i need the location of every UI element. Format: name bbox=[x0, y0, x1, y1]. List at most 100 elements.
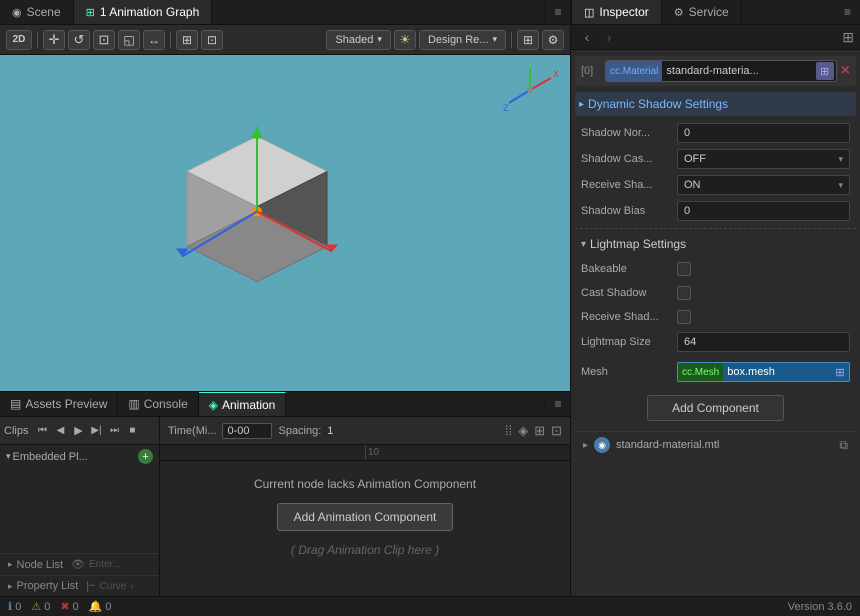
node-list-item[interactable]: ▸ Node List 👁 Enter... bbox=[0, 553, 159, 575]
receive-sha2-label: Receive Shad... bbox=[581, 311, 671, 323]
shadow-nor-value[interactable]: 0 bbox=[677, 123, 850, 143]
info-status[interactable]: ℹ 0 bbox=[8, 600, 21, 613]
time-range-input[interactable] bbox=[222, 423, 272, 439]
play-btn[interactable]: ▶ bbox=[70, 423, 86, 439]
add-component-btn[interactable]: Add Component bbox=[647, 395, 784, 421]
inspector-scroll[interactable]: [0] cc.Material standard-materia... ⊞ × … bbox=[571, 50, 860, 596]
tab-service[interactable]: ⚙ Service bbox=[662, 0, 742, 24]
error-status[interactable]: ✖ 0 bbox=[60, 600, 78, 613]
notif-count: 0 bbox=[105, 601, 111, 613]
stop-btn[interactable]: ■ bbox=[124, 423, 140, 439]
mesh-value: box.mesh bbox=[723, 366, 831, 378]
cast-shadow-checkbox[interactable] bbox=[677, 286, 691, 300]
eye-icon: 👁 bbox=[71, 558, 85, 571]
mesh-row: Mesh cc.Mesh box.mesh ⊞ bbox=[575, 359, 856, 385]
dynamic-shadow-label: Dynamic Shadow Settings bbox=[588, 97, 728, 111]
spacing-label: Spacing: bbox=[278, 425, 321, 437]
transform-btn-3[interactable]: ⊡ bbox=[93, 30, 115, 50]
add-clip-btn[interactable]: + bbox=[138, 449, 153, 464]
material-field: cc.Material standard-materia... ⊞ bbox=[605, 60, 837, 82]
bottom-panel: ▤ Assets Preview ▥ Console ◈ Animation ≡ bbox=[0, 391, 570, 596]
bottom-panel-menu-btn[interactable]: ≡ bbox=[545, 397, 570, 411]
inspector-pin-btn[interactable]: ⊞ bbox=[842, 29, 854, 46]
error-count: 0 bbox=[73, 601, 79, 613]
inspector-back-btn[interactable]: ‹ bbox=[577, 27, 597, 47]
inspector-icon: ◫ bbox=[584, 6, 594, 19]
animation-icon: ◈ bbox=[209, 398, 218, 412]
divider-1 bbox=[575, 228, 856, 229]
dynamic-shadow-header[interactable]: ▸ Dynamic Shadow Settings bbox=[575, 92, 856, 116]
receive-sha2-checkbox[interactable] bbox=[677, 310, 691, 324]
transform-btn-1[interactable]: ✛ bbox=[43, 30, 65, 50]
status-bar: ℹ 0 ⚠ 0 ✖ 0 🔔 0 Version 3.6.0 bbox=[0, 596, 860, 616]
warn-status[interactable]: ⚠ 0 bbox=[31, 600, 50, 613]
tab-inspector[interactable]: ◫ Inspector bbox=[572, 0, 662, 24]
error-icon: ✖ bbox=[60, 600, 69, 613]
add-animation-component-btn[interactable]: Add Animation Component bbox=[277, 503, 454, 531]
transform-btn-4[interactable]: ◱ bbox=[118, 30, 140, 50]
timeline-paste-btn[interactable]: ⊡ bbox=[551, 423, 562, 439]
dynamic-shadow-arrow-icon: ▸ bbox=[579, 99, 584, 110]
animation-main: Time(Mi... Spacing: 1 ⁞⁞ ◈ ⊞ ⊡ 10 bbox=[160, 417, 570, 596]
design-dropdown[interactable]: Design Re... ▾ bbox=[419, 30, 506, 50]
tab-scene[interactable]: ◉ Scene bbox=[0, 0, 74, 24]
tab-menu-btn[interactable]: ≡ bbox=[545, 0, 570, 24]
transform-btn-7[interactable]: ⊡ bbox=[201, 30, 223, 50]
prop-list-item[interactable]: ▸ Property List |~ Curve › bbox=[0, 575, 159, 596]
bakeable-row: Bakeable bbox=[575, 257, 856, 281]
no-anim-message: Current node lacks Animation Component bbox=[254, 477, 476, 491]
prop-list-chevron: › bbox=[130, 581, 133, 592]
camera-lock-btn[interactable]: ⊞ bbox=[517, 30, 539, 50]
tab-animation-graph[interactable]: ⊞ 1 Animation Graph bbox=[74, 0, 213, 24]
play-start-btn[interactable]: ⏮ bbox=[34, 423, 50, 439]
toolbar-separator-2 bbox=[170, 32, 171, 48]
lightmap-size-value[interactable]: 64 bbox=[677, 332, 850, 352]
timeline-toolbar: Time(Mi... Spacing: 1 ⁞⁞ ◈ ⊞ ⊡ bbox=[160, 417, 570, 445]
tab-animation[interactable]: ◈ Animation bbox=[199, 392, 287, 416]
material-file-row[interactable]: ▸ ◉ standard-material.mtl ⧉ bbox=[575, 431, 856, 458]
embedded-arrow-icon: ▾ bbox=[6, 451, 11, 462]
shadow-bias-row: Shadow Bias 0 bbox=[575, 198, 856, 224]
svg-text:Z: Z bbox=[503, 103, 509, 113]
shaded-dropdown[interactable]: Shaded ▾ bbox=[326, 30, 390, 50]
inspector-forward-btn[interactable]: › bbox=[599, 27, 619, 47]
bakeable-checkbox[interactable] bbox=[677, 262, 691, 276]
play-next-btn[interactable]: ▶| bbox=[88, 423, 104, 439]
mode-2d-3d-btn[interactable]: 2D bbox=[6, 30, 32, 50]
transform-btn-6[interactable]: ⊞ bbox=[176, 30, 198, 50]
timeline-copy-btn[interactable]: ⊞ bbox=[534, 423, 545, 439]
camera-settings-btn[interactable]: ⚙ bbox=[542, 30, 564, 50]
animation-sidebar: Clips ⏮ ◀ ▶ ▶| ⏭ ■ ▾ Embedded Pl... + bbox=[0, 417, 160, 596]
play-end-btn[interactable]: ⏭ bbox=[106, 423, 122, 439]
receive-sha2-row: Receive Shad... bbox=[575, 305, 856, 329]
timeline-dots-btn[interactable]: ⁞⁞ bbox=[505, 423, 512, 438]
shaded-arrow-icon: ▾ bbox=[377, 34, 382, 45]
inspector-nav: ‹ › ⊞ bbox=[571, 25, 860, 50]
tab-service-label: Service bbox=[689, 5, 729, 19]
tab-assets-preview[interactable]: ▤ Assets Preview bbox=[0, 392, 118, 416]
transform-btn-2[interactable]: ↺ bbox=[68, 30, 90, 50]
material-delete-btn[interactable]: × bbox=[841, 63, 850, 79]
viewport[interactable]: X Y Z bbox=[0, 55, 570, 391]
embedded-clips-item[interactable]: ▾ Embedded Pl... + bbox=[0, 445, 159, 468]
material-file-copy-btn[interactable]: ⧉ bbox=[839, 438, 848, 453]
light-btn[interactable]: ☀ bbox=[394, 30, 416, 50]
viewport-toolbar: 2D ✛ ↺ ⊡ ◱ ↔ ⊞ ⊡ Shaded ▾ ☀ Design Re...… bbox=[0, 25, 570, 55]
lightmap-header[interactable]: ▾ Lightmap Settings bbox=[575, 233, 856, 255]
right-tab-menu-btn[interactable]: ≡ bbox=[835, 0, 860, 24]
transform-btn-5[interactable]: ↔ bbox=[143, 30, 165, 50]
shadow-bias-value[interactable]: 0 bbox=[677, 201, 850, 221]
clips-toolbar: Clips ⏮ ◀ ▶ ▶| ⏭ ■ bbox=[0, 417, 159, 445]
notif-status[interactable]: 🔔 0 bbox=[89, 600, 112, 613]
play-prev-btn[interactable]: ◀ bbox=[52, 423, 68, 439]
lightmap-section: ▾ Lightmap Settings Bakeable Cast Shadow… bbox=[575, 233, 856, 355]
receive-sha1-dropdown[interactable]: ON ▾ bbox=[677, 175, 850, 195]
prop-list-label: Property List bbox=[17, 580, 79, 592]
material-link-btn[interactable]: ⊞ bbox=[816, 62, 834, 80]
mesh-link-btn[interactable]: ⊞ bbox=[831, 363, 849, 381]
tab-console[interactable]: ▥ Console bbox=[118, 392, 198, 416]
shadow-cas-dropdown[interactable]: OFF ▾ bbox=[677, 149, 850, 169]
toolbar-separator-1 bbox=[37, 32, 38, 48]
timeline-diamond-btn[interactable]: ◈ bbox=[518, 423, 528, 439]
node-list-label: Node List bbox=[17, 559, 63, 571]
